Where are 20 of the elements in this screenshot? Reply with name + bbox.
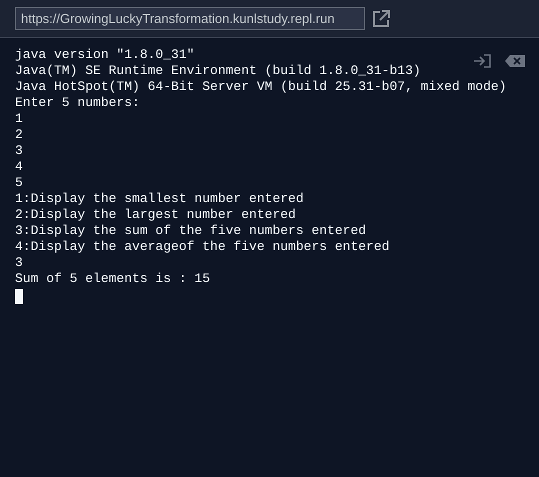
console-line: Enter 5 numbers: xyxy=(15,95,140,111)
text-cursor xyxy=(15,289,23,304)
console-line: 3 xyxy=(15,255,23,271)
url-field[interactable]: https://GrowingLuckyTransformation.kunlstudy.repl.run xyxy=(15,7,365,30)
enter-icon[interactable] xyxy=(473,54,491,68)
console-line: 1:Display the smallest number entered xyxy=(15,191,304,207)
console-line: 5 xyxy=(15,175,23,191)
console-line: 1 xyxy=(15,111,23,127)
backspace-icon[interactable] xyxy=(505,55,525,67)
console-line: Sum of 5 elements is : 15 xyxy=(15,271,210,287)
console-line: Java(TM) SE Runtime Environment (build 1.8.0_31-b13) xyxy=(15,63,421,79)
console-line: 3 xyxy=(15,143,23,159)
console-line: 2 xyxy=(15,127,23,143)
console-line: java version "1.8.0_31" xyxy=(15,47,194,63)
console-line: 4:Display the averageof the five numbers entered xyxy=(15,239,390,255)
console-line: 4 xyxy=(15,159,23,175)
external-link-icon[interactable] xyxy=(371,8,391,28)
console-line: 3:Display the sum of the five numbers entered xyxy=(15,223,366,239)
console-line: 2:Display the largest number entered xyxy=(15,207,296,223)
console-line: Java HotSpot(TM) 64-Bit Server VM (build 25.31-b07, mixed mode) xyxy=(15,79,506,95)
